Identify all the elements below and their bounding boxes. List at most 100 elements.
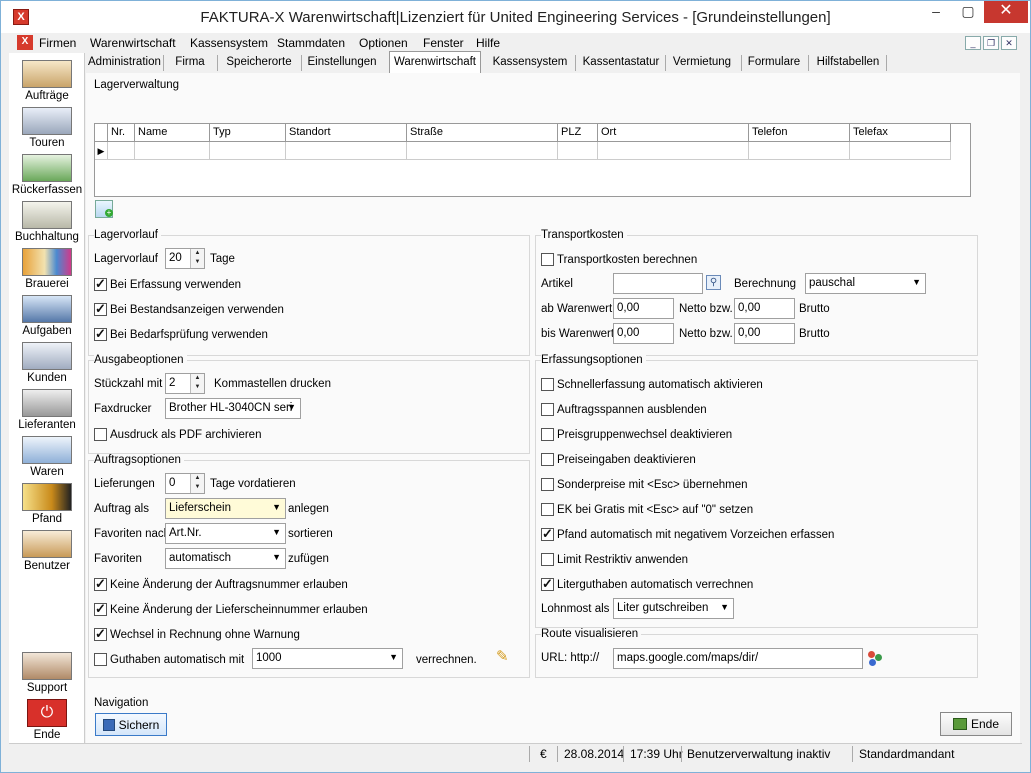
lagervorlauf-stepper[interactable]: 20 ▲ ▼ bbox=[165, 248, 205, 269]
table-cell[interactable] bbox=[407, 142, 558, 160]
schnellerfassung-checkbox[interactable] bbox=[541, 378, 554, 391]
column-header[interactable]: Telefon bbox=[749, 124, 850, 142]
lieferungen-stepper[interactable]: 0 ▲ ▼ bbox=[165, 473, 205, 494]
bis-warenwert-input[interactable]: 0,00 bbox=[613, 323, 674, 344]
column-header[interactable]: Standort bbox=[286, 124, 407, 142]
mdi-app-icon[interactable]: X bbox=[17, 35, 33, 50]
search-icon[interactable]: ⚲ bbox=[706, 275, 721, 290]
column-header[interactable]: Typ bbox=[210, 124, 286, 142]
tab-kassensystem[interactable]: Kassensystem bbox=[489, 53, 571, 73]
table-cell[interactable] bbox=[286, 142, 407, 160]
close-icon[interactable]: ✕ bbox=[984, 1, 1028, 23]
sidebar-item-support[interactable]: Support bbox=[9, 649, 85, 696]
table-cell[interactable] bbox=[558, 142, 598, 160]
sichern-button[interactable]: Sichern bbox=[95, 713, 167, 736]
literguthaben-checkbox[interactable] bbox=[541, 576, 554, 592]
bei-bestandsanzeigen-checkbox[interactable] bbox=[94, 301, 107, 317]
brutto-label: Brutto bbox=[799, 303, 830, 315]
maps-icon[interactable] bbox=[868, 651, 884, 667]
guthaben-checkbox[interactable] bbox=[94, 653, 107, 666]
ab-warenwert-input[interactable]: 0,00 bbox=[613, 298, 674, 319]
spin-updown-icon[interactable]: ▲ ▼ bbox=[190, 249, 204, 268]
tab-firma[interactable]: Firma bbox=[166, 53, 214, 73]
favoriten-sort-select[interactable]: Art.Nr. ▼ bbox=[165, 523, 286, 544]
preiseingaben-checkbox[interactable] bbox=[541, 453, 554, 466]
add-row-icon[interactable]: + bbox=[95, 200, 113, 218]
wechsel-rechnung-checkbox[interactable] bbox=[94, 626, 107, 642]
auftragsspannen-checkbox[interactable] bbox=[541, 403, 554, 416]
tab-administration[interactable]: Administration bbox=[88, 53, 161, 73]
sidebar-item-buchhaltung[interactable]: Buchhaltung bbox=[9, 198, 85, 245]
menu-warenwirtschaft[interactable]: Warenwirtschaft bbox=[90, 36, 176, 50]
tab-vermietung[interactable]: Vermietung bbox=[671, 53, 733, 73]
sonderpreise-checkbox[interactable] bbox=[541, 478, 554, 491]
ende-button[interactable]: Ende bbox=[940, 712, 1012, 736]
sidebar-item-auftraege[interactable]: Aufträge bbox=[9, 57, 85, 104]
minimize-icon[interactable]: – bbox=[921, 1, 951, 23]
pdf-archivieren-checkbox[interactable] bbox=[94, 428, 107, 441]
stueckzahl-stepper[interactable]: 2 ▲ ▼ bbox=[165, 373, 205, 394]
lohnmost-select[interactable]: Liter gutschreiben ▼ bbox=[613, 598, 734, 619]
ek-gratis-checkbox[interactable] bbox=[541, 503, 554, 516]
sidebar-item-pfand[interactable]: Pfand bbox=[9, 480, 85, 527]
sidebar-item-rueckerfassen[interactable]: Rückerfassen bbox=[9, 151, 85, 198]
menu-fenster[interactable]: Fenster bbox=[423, 36, 464, 50]
tab-warenwirtschaft[interactable]: Warenwirtschaft bbox=[389, 51, 481, 73]
menu-kassensystem[interactable]: Kassensystem bbox=[190, 36, 268, 50]
preisgruppenwechsel-checkbox[interactable] bbox=[541, 428, 554, 441]
bei-bedarfspruefung-checkbox[interactable] bbox=[94, 326, 107, 342]
artikel-input[interactable] bbox=[613, 273, 703, 294]
menu-hilfe[interactable]: Hilfe bbox=[476, 36, 500, 50]
sidebar-item-waren[interactable]: Waren bbox=[9, 433, 85, 480]
maximize-icon[interactable]: ▢ bbox=[953, 1, 983, 23]
bis-brutto-input[interactable]: 0,00 bbox=[734, 323, 795, 344]
menu-stammdaten[interactable]: Stammdaten bbox=[277, 36, 345, 50]
sidebar-item-benutzer[interactable]: Benutzer bbox=[9, 527, 85, 574]
column-header[interactable]: PLZ bbox=[558, 124, 598, 142]
column-header[interactable]: Straße bbox=[407, 124, 558, 142]
favoriten-add-select[interactable]: automatisch ▼ bbox=[165, 548, 286, 569]
column-header[interactable]: Nr. bbox=[108, 124, 135, 142]
sidebar-item-lieferanten[interactable]: Lieferanten bbox=[9, 386, 85, 433]
sidebar-item-ende[interactable]: ⏻ Ende bbox=[9, 696, 85, 743]
menu-optionen[interactable]: Optionen bbox=[359, 36, 408, 50]
column-header[interactable]: Name bbox=[135, 124, 210, 142]
pencil-icon[interactable]: ✎ bbox=[496, 649, 512, 665]
auftrag-als-select[interactable]: Lieferschein ▼ bbox=[165, 498, 286, 519]
mdi-close-icon[interactable]: ✕ bbox=[1001, 36, 1017, 50]
tab-hilfstabellen[interactable]: Hilfstabellen bbox=[816, 53, 880, 73]
sidebar-item-aufgaben[interactable]: Aufgaben bbox=[9, 292, 85, 339]
route-url-input[interactable]: maps.google.com/maps/dir/ bbox=[613, 648, 863, 669]
spin-updown-icon[interactable]: ▲ ▼ bbox=[190, 374, 204, 393]
lieferscheinnummer-checkbox[interactable] bbox=[94, 601, 107, 617]
tab-einstellungen[interactable]: Einstellungen bbox=[305, 53, 379, 73]
faxdrucker-select[interactable]: Brother HL-3040CN seri ▼ bbox=[165, 398, 301, 419]
berechnung-select[interactable]: pauschal ▼ bbox=[805, 273, 926, 294]
pfand-automatisch-checkbox[interactable] bbox=[541, 526, 554, 542]
column-header[interactable]: Ort bbox=[598, 124, 749, 142]
column-header[interactable]: Telefax bbox=[850, 124, 951, 142]
table-cell[interactable] bbox=[210, 142, 286, 160]
tab-kassentastatur[interactable]: Kassentastatur bbox=[580, 53, 662, 73]
sidebar-item-touren[interactable]: Touren bbox=[9, 104, 85, 151]
transportkosten-checkbox[interactable] bbox=[541, 253, 554, 266]
table-cell[interactable] bbox=[850, 142, 951, 160]
mdi-minimize-icon[interactable]: _ bbox=[965, 36, 981, 50]
tab-formulare[interactable]: Formulare bbox=[746, 53, 802, 73]
table-cell[interactable] bbox=[135, 142, 210, 160]
auftragsnummer-checkbox[interactable] bbox=[94, 576, 107, 592]
lager-table[interactable]: Nr. Name Typ Standort Straße PLZ Ort Tel… bbox=[94, 123, 971, 197]
sidebar-item-brauerei[interactable]: Brauerei bbox=[9, 245, 85, 292]
guthaben-select[interactable]: 1000 ▼ bbox=[252, 648, 403, 669]
sidebar-item-kunden[interactable]: Kunden bbox=[9, 339, 85, 386]
mdi-restore-icon[interactable]: ❐ bbox=[983, 36, 999, 50]
limit-restriktiv-checkbox[interactable] bbox=[541, 553, 554, 566]
tab-speicherorte[interactable]: Speicherorte bbox=[223, 53, 295, 73]
bei-erfassung-checkbox[interactable] bbox=[94, 276, 107, 292]
menu-firmen[interactable]: Firmen bbox=[39, 36, 76, 50]
table-cell[interactable] bbox=[598, 142, 749, 160]
table-cell[interactable] bbox=[108, 142, 135, 160]
spin-updown-icon[interactable]: ▲ ▼ bbox=[190, 474, 204, 493]
ab-brutto-input[interactable]: 0,00 bbox=[734, 298, 795, 319]
table-cell[interactable] bbox=[749, 142, 850, 160]
